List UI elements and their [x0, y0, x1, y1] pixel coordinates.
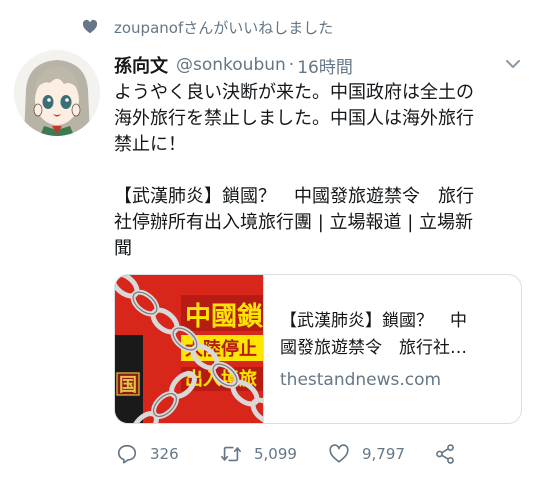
retweet-count: 5,099 [254, 445, 297, 463]
tweet-timestamp[interactable]: 16時間 [297, 53, 353, 78]
chevron-down-icon[interactable] [505, 58, 521, 70]
thumb-character: 国 [119, 375, 137, 396]
separator-dot: · [288, 55, 295, 75]
card-thumbnail: 中國鎖 大陸停止 出入境旅 国 [115, 275, 280, 423]
tweet-text: ようやく良い決断が来た。中国政府は全土の 海外旅行を禁止しました。中国人は海外旅… [114, 80, 526, 262]
card-title[interactable]: 【武漢肺炎】鎖國？ 中 國發旅遊禁令 旅行社… [280, 308, 512, 362]
social-context: zoupanofさんがいいねしました [82, 15, 333, 39]
tweet-line: 【武漢肺炎】鎖國？ 中國發旅遊禁令 旅行 [114, 186, 474, 207]
share-button[interactable] [434, 440, 456, 468]
chain-lock-image: 中國鎖 大陸停止 出入境旅 国 [115, 275, 280, 423]
tweet-line: ようやく良い決断が来た。中国政府は全土の [114, 82, 474, 103]
thumb-headline: 中國鎖 [185, 301, 263, 332]
like-button[interactable]: 9,797 [328, 440, 405, 468]
tweet-line: 海外旅行を禁止しました。中国人は海外旅行 [114, 108, 474, 129]
card-title-line: 國發旅遊禁令 旅行社… [280, 338, 467, 358]
link-preview-card[interactable]: 中國鎖 大陸停止 出入境旅 国 【武漢肺炎】鎖國？ 中 國發旅遊禁令 旅行社… … [114, 274, 522, 424]
heart-icon [82, 19, 98, 34]
share-icon [436, 444, 454, 464]
card-domain: thestandnews.com [280, 370, 442, 390]
tweet-line: 社停辦所有出入境旅行團 | 立場報道 | 立場新 [114, 212, 474, 233]
card-title-line: 【武漢肺炎】鎖國？ 中 [280, 311, 467, 331]
tweet-actions: 326 5,099 9,797 [116, 440, 476, 468]
heart-outline-icon [329, 444, 349, 463]
like-count: 9,797 [362, 445, 405, 463]
display-name[interactable]: 孫向文 [114, 52, 168, 78]
anime-girl-avatar-image [14, 50, 100, 136]
retweet-icon [221, 446, 241, 462]
tweet-line: 聞 [114, 238, 132, 259]
avatar[interactable] [14, 50, 100, 136]
tweet-header: 孫向文 @sonkoubun · 16時間 [114, 52, 353, 78]
reply-icon [117, 444, 137, 464]
retweet-button[interactable]: 5,099 [220, 440, 297, 468]
liked-by-text[interactable]: zoupanofさんがいいねしました [114, 17, 333, 38]
tweet-line: 禁止に！ [114, 134, 186, 155]
user-handle[interactable]: @sonkoubun [176, 55, 286, 75]
reply-button[interactable]: 326 [116, 440, 179, 468]
reply-count: 326 [150, 445, 179, 463]
